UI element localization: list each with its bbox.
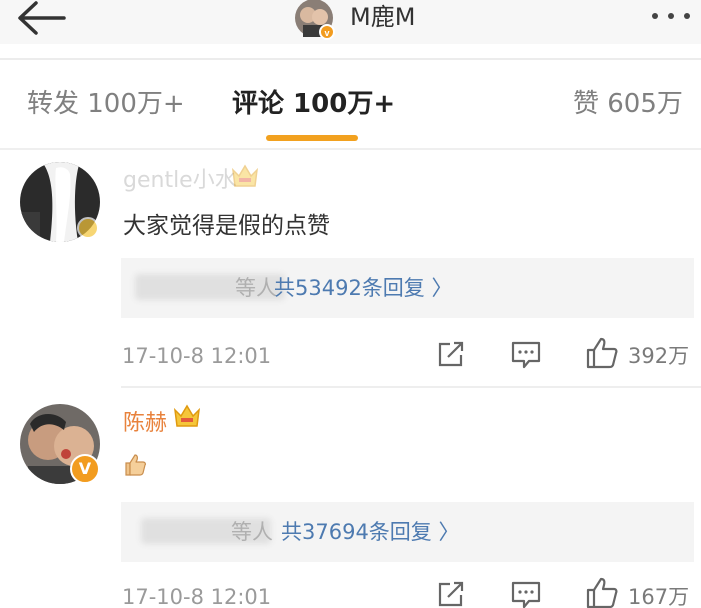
reply-count-link[interactable]: 共37694条回复 〉 xyxy=(281,517,459,547)
thumbs-up-icon xyxy=(586,577,618,608)
svg-text:v: v xyxy=(324,28,329,38)
top-avatar[interactable]: v xyxy=(293,0,337,40)
reply-names: 等人 xyxy=(235,276,277,300)
like-count: 392万 xyxy=(628,344,690,368)
top-bar: v M鹿M xyxy=(0,0,701,44)
header-user-name: M鹿M xyxy=(350,3,416,31)
like-button[interactable] xyxy=(585,576,619,608)
share-button[interactable] xyxy=(437,340,465,372)
tab-comment[interactable]: 评论 100万+ xyxy=(232,86,395,122)
back-button[interactable] xyxy=(14,0,70,40)
crown-icon xyxy=(230,162,260,194)
comment-item: gentle小水 大家觉得是假的点赞 等人 共53492条回复 〉 17-10-… xyxy=(0,150,701,388)
comment-time: 17-10-8 12:01 xyxy=(122,585,272,608)
reply-button[interactable] xyxy=(510,580,542,608)
tab-repost[interactable]: 转发 100万+ xyxy=(27,86,185,122)
more-dots-icon xyxy=(652,13,690,19)
comment-user-name[interactable]: 陈赫 xyxy=(123,410,167,438)
comment-user-name[interactable]: gentle小水 xyxy=(123,167,237,195)
reply-count-link[interactable]: 共53492条回复 〉 xyxy=(274,273,452,303)
tab-bar: 转发 100万+ 评论 100万+ 赞 605万 xyxy=(0,60,701,148)
comment-item: V 陈赫 等人 共37694条回复 〉 17-10-8 12:01 167万 xyxy=(0,390,701,608)
verified-badge: V xyxy=(70,454,100,484)
comment-icon xyxy=(511,341,541,369)
thumbs-up-emoji xyxy=(122,452,148,478)
like-button[interactable] xyxy=(585,336,619,374)
share-icon xyxy=(438,581,464,607)
reply-button[interactable] xyxy=(510,340,542,374)
comment-divider xyxy=(121,386,701,388)
crown-icon xyxy=(172,402,202,434)
share-button[interactable] xyxy=(437,580,465,608)
back-arrow-icon xyxy=(18,1,66,35)
like-count: 167万 xyxy=(628,585,690,608)
share-icon xyxy=(438,341,464,367)
comment-text: 大家觉得是假的点赞 xyxy=(123,213,330,239)
verified-icon xyxy=(77,217,99,239)
active-tab-indicator xyxy=(266,135,358,141)
thumbs-up-icon xyxy=(586,337,618,369)
comment-time: 17-10-8 12:01 xyxy=(122,344,272,368)
reply-summary[interactable]: 等人 共37694条回复 〉 xyxy=(121,502,694,562)
tab-like[interactable]: 赞 605万 xyxy=(573,86,683,122)
comment-icon xyxy=(511,581,541,608)
verified-badge xyxy=(76,216,100,244)
reply-names: 等人 xyxy=(231,520,273,544)
more-button[interactable] xyxy=(646,6,696,26)
reply-summary[interactable]: 等人 共53492条回复 〉 xyxy=(121,258,694,318)
